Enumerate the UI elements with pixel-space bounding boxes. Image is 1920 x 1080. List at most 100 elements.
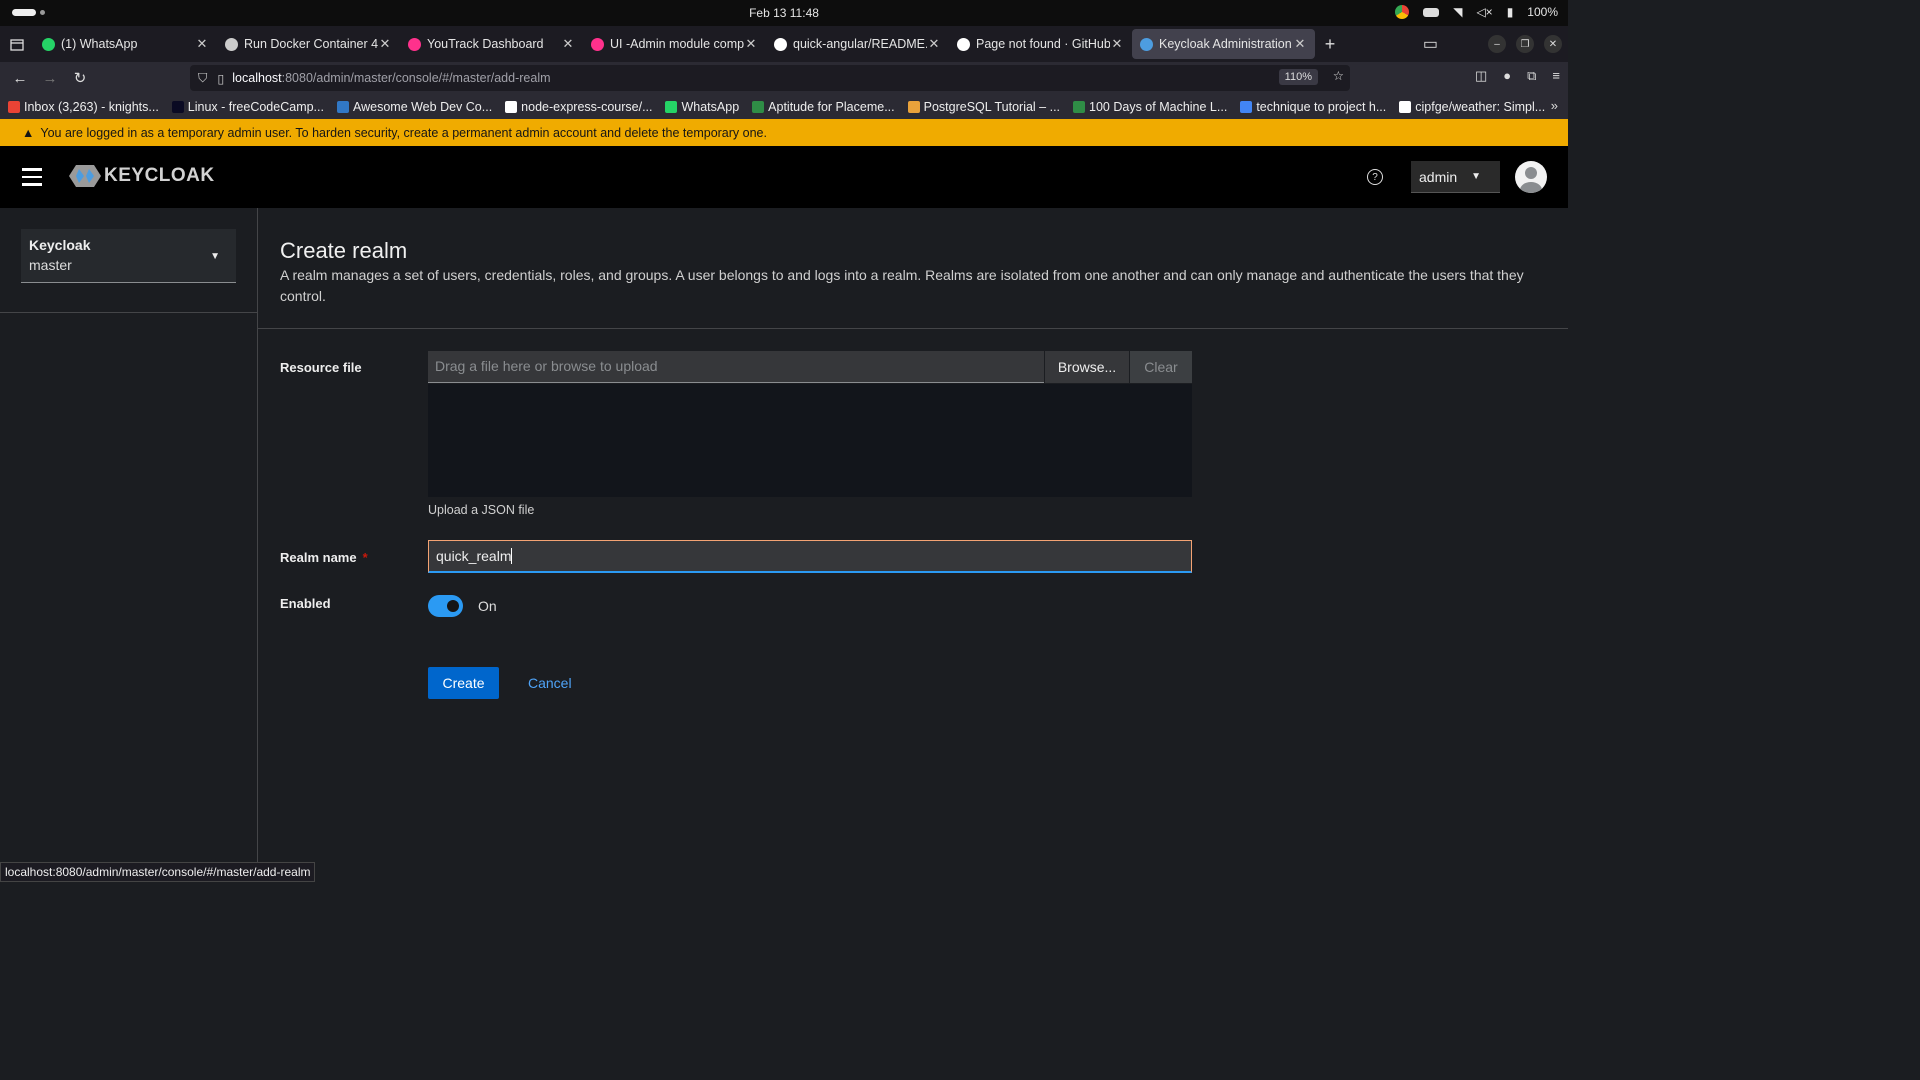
bookmark-label: node-express-course/... [521, 99, 653, 114]
file-drop-zone[interactable] [428, 384, 1192, 497]
bookmark-item[interactable]: node-express-course/... [505, 100, 652, 114]
browser-tab[interactable]: Keycloak Administration ✕ [1132, 29, 1315, 59]
cancel-button[interactable]: Cancel [528, 667, 572, 699]
help-icon[interactable]: ? [1367, 169, 1383, 185]
required-marker: * [362, 550, 368, 565]
extensions-icon[interactable]: ⧉ [1527, 68, 1536, 84]
browser-nav-bar: ← → ↻ ⛉ ▯ localhost:8080/admin/master/co… [0, 62, 1568, 94]
tab-title: UI -Admin module compo [610, 37, 744, 51]
account-icon[interactable]: ● [1503, 68, 1511, 84]
browser-tab[interactable]: Run Docker Container 42 ✕ [217, 29, 400, 59]
enabled-label: Enabled [280, 596, 331, 611]
enabled-toggle-state: On [478, 598, 497, 614]
docker-icon [1423, 7, 1440, 17]
bookmark-item[interactable]: Linux - freeCodeCamp... [171, 100, 324, 114]
browser-tab[interactable]: Page not found · GitHub ✕ [949, 29, 1132, 59]
forward-button[interactable]: → [35, 70, 65, 87]
browser-tab-strip: (1) WhatsApp ✕ Run Docker Container 42 ✕ You… [0, 26, 1568, 62]
minimize-button[interactable]: – [1488, 35, 1506, 53]
browser-tab[interactable]: UI -Admin module compo ✕ [583, 29, 766, 59]
tab-title: YouTrack Dashboard [427, 37, 544, 51]
temporary-admin-warning-banner: ▲ You are logged in as a temporary admin… [0, 119, 1568, 146]
resource-file-input[interactable]: Drag a file here or browse to upload [428, 351, 1044, 383]
hamburger-menu-icon[interactable] [22, 168, 42, 191]
screen: Feb 13 11:48 ◥ ◁× ▮ 100% (1) WhatsApp ✕ Ru… [0, 0, 1568, 882]
create-button[interactable]: Create [428, 667, 499, 699]
bookmark-item[interactable]: WhatsApp [665, 100, 739, 114]
browser-tab[interactable]: quick-angular/README.m ✕ [766, 29, 949, 59]
bookmarks-bar: Inbox (3,263) - knights... Linux - freeCo… [0, 94, 1568, 119]
realm-selector-value: master [29, 257, 72, 273]
bookmark-label: Inbox (3,263) - knights... [24, 99, 159, 114]
bookmark-label: WhatsApp [681, 99, 740, 114]
system-tray[interactable]: ◥ ◁× ▮ 100% [1395, 5, 1558, 19]
tab-title: Run Docker Container 42 [244, 37, 378, 51]
tab-favicon-icon [1140, 37, 1153, 51]
zoom-level[interactable]: 110% [1278, 69, 1318, 85]
logo-wordmark: KEYCLOAK [104, 165, 215, 186]
page-header: Create realm A realm manages a set of us… [258, 208, 1568, 329]
bookmark-item[interactable]: Awesome Web Dev Co... [336, 99, 493, 114]
bookmark-item[interactable]: PostgreSQL Tutorial – ... [907, 99, 1061, 114]
tab-favicon-icon [774, 37, 787, 51]
realm-selector[interactable]: Keycloak master ▼ [21, 229, 236, 283]
battery-icon: ▮ [1506, 5, 1514, 19]
bookmarks-overflow-icon[interactable]: » [1551, 98, 1558, 113]
address-bar[interactable]: ⛉ ▯ localhost:8080/admin/master/console/… [190, 65, 1350, 91]
user-dropdown[interactable]: admin ▼ [1411, 161, 1500, 193]
avatar[interactable] [1515, 161, 1547, 193]
bookmark-star-icon[interactable]: ☆ [1333, 68, 1344, 83]
caret-down-icon: ▼ [1471, 171, 1482, 182]
keycloak-logo-icon [69, 165, 101, 187]
keycloak-logo[interactable]: KEYCLOAK [68, 163, 215, 189]
bookmark-label: technique to project h... [1256, 99, 1387, 114]
close-tab-icon[interactable]: ✕ [561, 36, 575, 52]
close-tab-icon[interactable]: ✕ [1293, 36, 1307, 52]
bookmark-item[interactable]: technique to project h... [1240, 100, 1386, 114]
bookmark-label: 100 Days of Machine L... [1089, 99, 1228, 114]
close-tab-icon[interactable]: ✕ [744, 36, 758, 52]
sidebar: Keycloak master ▼ [0, 208, 258, 882]
bookmark-item[interactable]: cipfge/weather: Simpl... [1399, 100, 1545, 114]
volume-muted-icon: ◁× [1476, 5, 1493, 19]
list-all-tabs-icon[interactable]: ▭ [1423, 34, 1438, 54]
browser-tab[interactable]: YouTrack Dashboard ✕ [400, 29, 583, 59]
reload-button[interactable]: ↻ [65, 69, 95, 87]
bookmark-favicon-icon [1399, 100, 1412, 113]
bookmark-label: Awesome Web Dev Co... [352, 99, 493, 114]
url-host: localhost [232, 71, 282, 85]
bookmark-label: PostgreSQL Tutorial – ... [923, 99, 1061, 114]
shield-icon[interactable]: ⛉ [198, 71, 207, 86]
close-tab-icon[interactable]: ✕ [378, 36, 392, 52]
close-tab-icon[interactable]: ✕ [927, 36, 941, 52]
browse-button[interactable]: Browse... [1044, 351, 1129, 383]
bookmark-favicon-icon [907, 100, 920, 113]
tab-favicon-icon [225, 37, 238, 51]
masthead: KEYCLOAK ? admin ▼ [0, 146, 1568, 208]
browser-tab[interactable]: (1) WhatsApp ✕ [34, 29, 217, 59]
back-button[interactable]: ← [5, 70, 35, 87]
bookmark-favicon-icon [665, 100, 678, 113]
sidebar-divider [0, 312, 258, 313]
bookmark-item[interactable]: Aptitude for Placeme... [752, 100, 895, 114]
close-tab-icon[interactable]: ✕ [1110, 36, 1124, 52]
menu-icon[interactable]: ≡ [1552, 68, 1560, 84]
realm-name-input[interactable]: quick_realm [428, 540, 1192, 573]
realm-selector-title: Keycloak [29, 237, 91, 253]
pocket-icon[interactable]: ◫ [1475, 68, 1487, 84]
close-window-button[interactable]: ✕ [1544, 35, 1562, 53]
enabled-toggle[interactable] [428, 595, 463, 617]
restore-button[interactable]: ❐ [1516, 35, 1534, 53]
os-clock[interactable]: Feb 13 11:48 [0, 6, 1568, 20]
close-tab-icon[interactable]: ✕ [195, 36, 209, 52]
main-content: Create realm A realm manages a set of us… [258, 208, 1568, 882]
new-tab-button[interactable]: + [1315, 34, 1345, 55]
clear-button[interactable]: Clear [1130, 351, 1192, 383]
caret-down-icon: ▼ [210, 251, 220, 262]
bookmark-item[interactable]: 100 Days of Machine L... [1073, 100, 1227, 114]
bookmark-item[interactable]: Inbox (3,263) - knights... [8, 100, 159, 114]
resource-file-label: Resource file [280, 360, 362, 375]
tab-list-icon[interactable] [0, 37, 34, 51]
realm-name-value: quick_realm [436, 548, 512, 564]
tab-favicon-icon [591, 37, 604, 51]
